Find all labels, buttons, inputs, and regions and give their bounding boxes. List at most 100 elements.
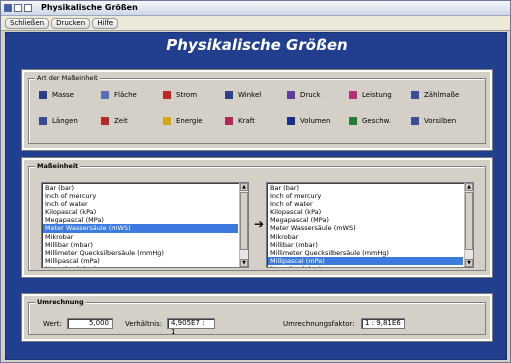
title-bar: Physikalische Größen: [1, 1, 510, 16]
help-menu-button[interactable]: Hilfe: [92, 17, 119, 29]
list-item[interactable]: Millibar (mbar): [43, 241, 238, 249]
menu-bar: Schließen Drucken Hilfe: [1, 16, 510, 31]
area-icon: [101, 91, 109, 99]
source-list-scrollbar[interactable]: ▲ ▼: [239, 183, 248, 267]
category-label: Zählmaße: [424, 91, 460, 99]
factor-output: 1 : 9,81E6: [361, 318, 405, 329]
unit-legend: Maßeinheit: [35, 162, 81, 170]
scroll-down-icon[interactable]: ▼: [240, 259, 248, 267]
category-label: Volumen: [300, 117, 331, 125]
category-row1-2[interactable]: Strom: [163, 91, 197, 99]
force-icon: [225, 117, 233, 125]
target-unit-list[interactable]: Bar (bar) Inch of mercury Inch of water Kil…: [266, 182, 474, 268]
category-row2-1[interactable]: Zeit: [101, 117, 128, 125]
scroll-down-icon[interactable]: ▼: [465, 259, 473, 267]
list-item[interactable]: Mikrobar: [268, 233, 463, 241]
close-menu-button[interactable]: Schließen: [5, 17, 50, 29]
unit-groupbox: Maßeinheit Bar (bar) Inch of mercury Inch …: [28, 162, 486, 271]
ratio-output: 4,905E7 : 1: [167, 318, 215, 336]
category-label: Winkel: [238, 91, 262, 99]
category-panel: Art der Maßeinheit Masse Fläche Strom Winke…: [21, 69, 493, 151]
category-row2-6[interactable]: Vorsilben: [411, 117, 456, 125]
title-bar-controls: [4, 4, 32, 12]
list-item[interactable]: Bar (bar): [268, 184, 463, 192]
category-legend: Art der Maßeinheit: [35, 74, 100, 82]
value-label: Wert:: [43, 320, 62, 328]
list-item[interactable]: Millimeter Quecksilbersäule (mmHg): [268, 249, 463, 257]
category-label: Strom: [176, 91, 198, 99]
volume-icon: [287, 117, 295, 125]
category-label: Druck: [300, 91, 321, 99]
category-label: Fläche: [114, 91, 137, 99]
application-window: Physikalische Größen Schließen Drucken H…: [0, 0, 511, 363]
weight-icon: [39, 91, 47, 99]
ruler-icon: [39, 117, 47, 125]
category-row1-0[interactable]: Masse: [39, 91, 74, 99]
conversion-groupbox: Umrechnung Wert: 5,000 Verhältnis: 4,905…: [28, 298, 486, 336]
clock-icon: [101, 117, 109, 125]
scroll-thumb[interactable]: [465, 192, 473, 250]
bulb-icon: [163, 117, 171, 125]
list-item[interactable]: Kilopascal (kPa): [43, 208, 238, 216]
list-item[interactable]: Inch of mercury: [268, 192, 463, 200]
print-menu-button[interactable]: Drucken: [51, 17, 91, 29]
list-item[interactable]: Millibar (mbar): [268, 241, 463, 249]
category-row1-6[interactable]: Zählmaße: [411, 91, 459, 99]
list-item[interactable]: Normdruck (pn): [43, 265, 238, 267]
conversion-legend: Umrechnung: [35, 298, 86, 306]
list-item[interactable]: Meter Wassersäule (mWS): [268, 224, 463, 232]
page-title: Physikalische Größen: [166, 36, 348, 54]
source-unit-list[interactable]: Bar (bar) Inch of mercury Inch of water Kil…: [41, 182, 249, 268]
category-row1-5[interactable]: Leistung: [349, 91, 392, 99]
list-item[interactable]: Kilopascal (kPa): [268, 208, 463, 216]
category-row2-4[interactable]: Volumen: [287, 117, 330, 125]
list-item[interactable]: Megapascal (MPa): [43, 216, 238, 224]
category-row1-1[interactable]: Fläche: [101, 91, 137, 99]
category-label: Zeit: [114, 117, 128, 125]
list-item[interactable]: Millipascal (mPa): [268, 256, 463, 265]
pressure-icon: [287, 91, 295, 99]
target-list-scrollbar[interactable]: ▲ ▼: [464, 183, 473, 267]
scroll-up-icon[interactable]: ▲: [240, 183, 248, 191]
category-row1-4[interactable]: Druck: [287, 91, 321, 99]
list-item[interactable]: Inch of water: [43, 200, 238, 208]
category-row2-3[interactable]: Kraft: [225, 117, 255, 125]
category-label: Leistung: [362, 91, 392, 99]
ratio-label: Verhältnis:: [125, 320, 163, 328]
list-item[interactable]: Bar (bar): [43, 184, 238, 192]
list-item[interactable]: Meter Wassersäule (mWS): [43, 224, 238, 233]
main-area: Physikalische Größen Art der Maßeinheit …: [5, 32, 507, 360]
app-icon: [4, 4, 12, 12]
unit-panel: Maßeinheit Bar (bar) Inch of mercury Inch …: [21, 157, 493, 278]
category-label: Geschw.: [362, 117, 391, 125]
value-input[interactable]: 5,000: [67, 318, 113, 329]
power-icon: [349, 91, 357, 99]
minimize-icon[interactable]: [14, 4, 22, 12]
category-row2-0[interactable]: Längen: [39, 117, 78, 125]
list-item[interactable]: Millimeter Quecksilbersäule (mmHg): [43, 249, 238, 257]
list-item[interactable]: Normdruck (pn): [268, 265, 463, 267]
category-label: Energie: [176, 117, 203, 125]
category-label: Kraft: [238, 117, 255, 125]
scroll-thumb[interactable]: [240, 192, 248, 250]
category-row2-5[interactable]: Geschw.: [349, 117, 391, 125]
speed-icon: [349, 117, 357, 125]
category-row1-3[interactable]: Winkel: [225, 91, 261, 99]
restore-icon[interactable]: [24, 4, 32, 12]
list-item[interactable]: Millipascal (mPa): [43, 257, 238, 265]
conversion-panel: Umrechnung Wert: 5,000 Verhältnis: 4,905…: [21, 293, 493, 342]
list-item[interactable]: Inch of mercury: [43, 192, 238, 200]
factor-label: Umrechnungsfaktor:: [283, 320, 355, 328]
window-title: Physikalische Größen: [41, 3, 138, 12]
scroll-up-icon[interactable]: ▲: [465, 183, 473, 191]
category-label: Vorsilben: [424, 117, 457, 125]
current-icon: [163, 91, 171, 99]
list-item[interactable]: Mikrobar: [43, 233, 238, 241]
convert-arrow-icon: ➔: [254, 217, 265, 231]
category-label: Längen: [52, 117, 78, 125]
list-item[interactable]: Inch of water: [268, 200, 463, 208]
category-row2-2[interactable]: Energie: [163, 117, 203, 125]
angle-icon: [225, 91, 233, 99]
category-groupbox: Art der Maßeinheit Masse Fläche Strom Winke…: [28, 74, 486, 144]
list-item[interactable]: Megapascal (MPa): [268, 216, 463, 224]
